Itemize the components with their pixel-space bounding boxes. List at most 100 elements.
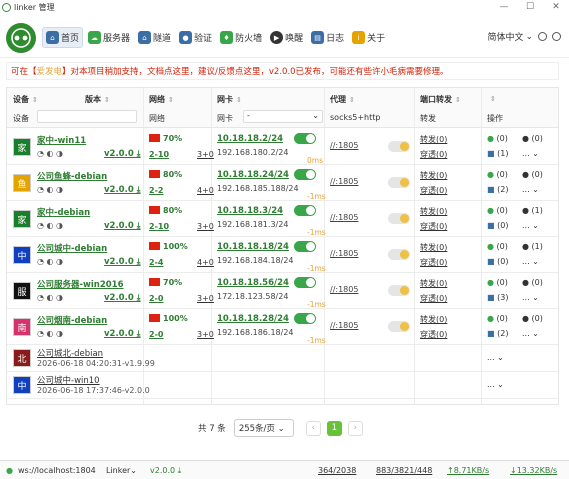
prev-page-button[interactable]: ‹ [305,420,321,436]
proxy-address[interactable]: //:1805 [330,213,358,222]
nav-servers[interactable]: ☁ 服务器 [85,27,133,48]
proxy-address[interactable]: //:1805 [330,141,358,150]
op-shield[interactable]: ● (0) [487,206,508,215]
op-play[interactable]: ● (0) [522,134,543,143]
maximize-button[interactable]: ☐ [517,2,543,12]
forward-link[interactable]: 转发(0) [420,242,447,253]
penetrate-link[interactable]: 穿透(0) [420,149,447,160]
avatar[interactable]: 中 [13,376,31,394]
nic-toggle[interactable] [294,277,316,288]
stat-1[interactable]: 364/2038 [318,466,356,475]
tunnel-count[interactable]: 2-10 [149,222,169,231]
virtual-ip[interactable]: 10.18.18.18/24 [217,242,289,252]
ws-address[interactable]: ws://localhost:1804 [18,466,96,475]
forward-link[interactable]: 转发(0) [420,206,447,217]
nic-toggle[interactable] [294,241,316,252]
avatar[interactable]: 服 [13,282,31,300]
relay-count[interactable]: 3+0 [197,222,214,231]
forward-link[interactable]: 转发(0) [420,134,447,145]
op-shield[interactable]: ● (0) [487,314,508,323]
op-shield[interactable]: ● (0) [487,242,508,251]
avatar[interactable]: 南 [13,318,31,336]
nav-logs[interactable]: ▤ 日志 [308,27,347,48]
tunnel-count[interactable]: 2-0 [149,330,163,339]
theme-icon[interactable] [538,32,547,41]
forward-link[interactable]: 转发(0) [420,170,447,181]
settings-icon[interactable] [552,32,561,41]
nav-home[interactable]: ⌂ 首页 [42,27,84,48]
device-version[interactable]: v2.0.0 ⤓ [104,185,140,195]
proxy-toggle[interactable] [388,249,410,260]
op-play[interactable]: ● (0) [522,314,543,323]
avatar[interactable]: 家 [13,138,31,156]
op-play[interactable]: ● (1) [522,206,543,215]
virtual-ip[interactable]: 10.18.18.56/24 [217,278,289,288]
op-tunnel[interactable]: ■ (2) [487,329,508,338]
op-more[interactable]: ... ⌄ [522,149,539,158]
penetrate-link[interactable]: 穿透(0) [420,257,447,268]
minimize-button[interactable]: — [491,2,517,12]
op-more[interactable]: ... ⌄ [487,353,504,362]
sponsor-link[interactable]: 爱发电 [37,65,63,77]
tunnel-count[interactable]: 2-0 [149,294,163,303]
op-more[interactable]: ... ⌄ [487,380,504,389]
device-version[interactable]: v2.0.0 ⤓ [104,149,140,159]
op-shield[interactable]: ● (0) [487,278,508,287]
op-tunnel[interactable]: ■ (1) [487,149,508,158]
header-proxy[interactable]: 代理 ⇕ [330,94,355,105]
device-name[interactable]: 家中-debian [37,206,90,218]
device-search-input[interactable] [37,110,137,123]
op-tunnel[interactable]: ■ (0) [487,257,508,266]
proxy-toggle[interactable] [388,177,410,188]
device-name[interactable]: 公司城中-debian [37,242,107,254]
nav-auth[interactable]: ● 验证 [176,27,215,48]
header-nic[interactable]: 网卡 ⇕ [217,94,242,105]
op-tunnel[interactable]: ■ (3) [487,293,508,302]
virtual-ip[interactable]: 10.18.18.24/24 [217,170,289,180]
proxy-toggle[interactable] [388,321,410,332]
proxy-address[interactable]: //:1805 [330,285,358,294]
penetrate-link[interactable]: 穿透(0) [420,329,447,340]
tunnel-count[interactable]: 2-4 [149,258,163,267]
device-version[interactable]: v2.0.0 ⤓ [104,257,140,267]
upload-speed[interactable]: ↑8.71KB/s [447,466,489,475]
download-speed[interactable]: ↓13.32KB/s [510,466,557,475]
virtual-ip[interactable]: 10.18.18.28/24 [217,314,289,324]
nic-toggle[interactable] [294,133,316,144]
op-tunnel[interactable]: ■ (0) [487,221,508,230]
language-select[interactable]: 简体中文 ⌄ [487,30,561,43]
header-version[interactable]: 版本 ⇕ [85,94,110,105]
forward-link[interactable]: 转发(0) [420,278,447,289]
nav-firewall[interactable]: ♦ 防火墙 [217,27,265,48]
device-name[interactable]: 公司服务器-win2016 [37,278,124,290]
relay-count[interactable]: 4+0 [197,186,214,195]
header-network[interactable]: 网络 ⇕ [149,94,174,105]
device-name[interactable]: 家中-win11 [37,134,86,146]
penetrate-link[interactable]: 穿透(0) [420,221,447,232]
nic-toggle[interactable] [294,313,316,324]
logo[interactable] [6,22,36,53]
nic-select[interactable]: - ⌄ [243,110,323,123]
device-name[interactable]: 公司城北-debian [37,347,103,359]
penetrate-link[interactable]: 穿透(0) [420,293,447,304]
virtual-ip[interactable]: 10.18.18.2/24 [217,134,283,144]
proxy-address[interactable]: //:1805 [330,321,358,330]
forward-link[interactable]: 转发(0) [420,314,447,325]
op-shield[interactable]: ● (0) [487,170,508,179]
nic-toggle[interactable] [294,169,316,180]
close-button[interactable]: ✕ [543,2,569,12]
next-page-button[interactable]: › [347,420,363,436]
penetrate-link[interactable]: 穿透(0) [420,185,447,196]
relay-count[interactable]: 3+0 [197,294,214,303]
device-name[interactable]: 公司烟南-debian [37,314,107,326]
relay-count[interactable]: 3+0 [197,330,214,339]
op-more[interactable]: ... ⌄ [522,293,539,302]
avatar[interactable]: 家 [13,210,31,228]
stat-2[interactable]: 883/3821/448 [376,466,432,475]
device-name[interactable]: 公司城中-win10 [37,374,100,386]
nav-wakeup[interactable]: ▶ 唤醒 [267,27,306,48]
virtual-ip[interactable]: 10.18.18.3/24 [217,206,283,216]
header-forward[interactable]: 端口转发 ⇕ [420,94,461,105]
avatar[interactable]: 北 [13,349,31,367]
op-more[interactable]: ... ⌄ [522,257,539,266]
